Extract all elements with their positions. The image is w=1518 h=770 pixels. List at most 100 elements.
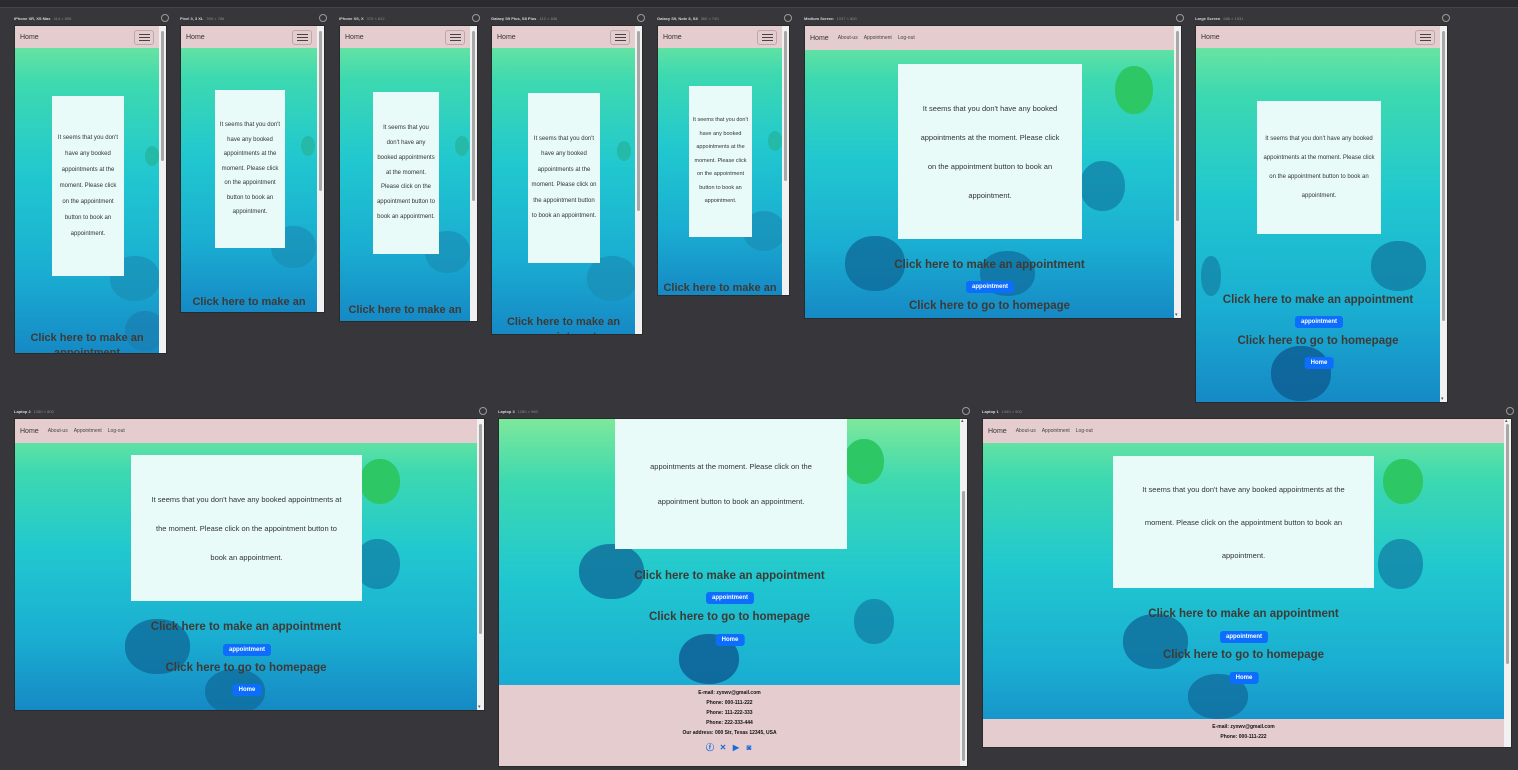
x-icon[interactable]: ✕ [719, 743, 728, 752]
appointment-button[interactable]: appointment [706, 592, 754, 604]
navbar: Home [492, 26, 635, 48]
nav-brand[interactable]: Home [663, 34, 682, 41]
appointment-button[interactable]: appointment [966, 281, 1014, 293]
nav-link-about[interactable]: About-us [48, 428, 68, 434]
footer-address: Our address: 000 Str, Texas 12345, USA [682, 730, 777, 736]
gear-icon[interactable] [479, 407, 487, 415]
nav-brand[interactable]: Home [497, 34, 516, 41]
home-button[interactable]: Home [1304, 357, 1334, 369]
make-appointment-heading: Click here to make an appointment [1148, 608, 1339, 620]
no-appointments-message: It seems that you don't have any booked … [376, 125, 436, 220]
menu-toggle-icon[interactable] [445, 29, 465, 45]
go-home-heading: Click here to go to homepage [648, 611, 811, 623]
youtube-icon[interactable]: ▶ [732, 743, 741, 752]
navbar: Home [15, 26, 159, 48]
nav-brand[interactable]: Home [20, 428, 39, 435]
no-appointments-message: It seems that you don't have any booked … [1142, 484, 1345, 560]
viewer-toolbar [0, 0, 1518, 8]
no-appointments-message: It seems that you don't have any booked … [920, 103, 1060, 200]
no-appointments-card: It seems that you don't have any booked … [898, 64, 1082, 239]
nav-brand[interactable]: Home [1201, 34, 1220, 41]
menu-toggle-icon[interactable] [1415, 29, 1435, 45]
nav-brand[interactable]: Home [810, 35, 829, 42]
scrollbar[interactable]: ▾ [1440, 26, 1447, 402]
scrollbar[interactable] [635, 26, 642, 334]
device-laptop-3: Laptop 3 1280 × 960 appointments at the m… [498, 407, 970, 767]
navbar: Home About-us Appointment Log-out [15, 419, 477, 443]
nav-link-logout[interactable]: Log-out [108, 428, 125, 434]
gear-icon[interactable] [1442, 14, 1450, 22]
device-label: Laptop 3 [498, 409, 515, 414]
scrollbar[interactable]: ▴ [1504, 419, 1511, 747]
gear-icon[interactable] [962, 407, 970, 415]
nav-brand[interactable]: Home [988, 428, 1007, 435]
nav-brand[interactable]: Home [186, 34, 205, 41]
nav-link-logout[interactable]: Log-out [898, 35, 915, 41]
navbar: Home [658, 26, 782, 48]
appointment-button[interactable]: appointment [223, 644, 271, 656]
navbar: Home [1196, 26, 1440, 48]
device-label: Laptop 1 [982, 409, 999, 414]
device-label: iPhone XS, X [339, 16, 364, 21]
device-dims: 360 × 740 [700, 16, 719, 21]
device-label: Large Screen [1195, 16, 1221, 21]
nav-link-about[interactable]: About-us [1016, 428, 1036, 434]
site-footer: E-mail: zyxwv@gmail.com Phone: 000-111-2… [499, 685, 960, 766]
appointment-button[interactable]: appointment [1295, 316, 1343, 328]
device-dims: 414 × 896 [53, 16, 72, 21]
scrollbar[interactable]: ▾ [477, 419, 484, 710]
menu-toggle-icon[interactable] [610, 29, 630, 45]
menu-toggle-icon[interactable] [134, 29, 154, 45]
device-dims: 1280 × 800 [33, 409, 54, 414]
gear-icon[interactable] [1176, 14, 1184, 22]
appointment-button[interactable]: appointment [1220, 631, 1268, 643]
nav-link-logout[interactable]: Log-out [1076, 428, 1093, 434]
gear-icon[interactable] [637, 14, 645, 22]
make-appointment-heading: Click here to make an appointment [634, 570, 825, 582]
navbar: Home [340, 26, 470, 48]
no-appointments-message: It seems that you don't have any booked … [531, 135, 597, 220]
home-button[interactable]: Home [232, 684, 262, 696]
nav-brand[interactable]: Home [345, 34, 364, 41]
no-appointments-card: It seems that you don't have any booked … [528, 93, 600, 263]
device-dims: 375 × 812 [366, 16, 385, 21]
no-appointments-card: It seems that you don't have any booked … [373, 92, 439, 254]
scrollbar[interactable]: ▾ [1174, 26, 1181, 318]
home-button[interactable]: Home [1229, 672, 1259, 684]
go-home-heading: Click here to go to homepage [1162, 649, 1325, 661]
gear-icon[interactable] [1506, 407, 1514, 415]
no-appointments-message: It seems that you don't have any booked … [151, 494, 342, 562]
device-medium-screen: Medium Screen 1037 × 800 Home About-us Ap… [804, 14, 1184, 319]
gear-icon[interactable] [472, 14, 480, 22]
scrollbar[interactable] [317, 26, 324, 312]
no-appointments-message: It seems that you don't have any booked … [57, 135, 119, 237]
nav-link-appointment[interactable]: Appointment [864, 35, 892, 41]
no-appointments-message: It seems that you don't have any booked … [219, 122, 281, 216]
footer-phone-1: Phone: 000-111-222 [1220, 734, 1267, 740]
gear-icon[interactable] [161, 14, 169, 22]
nav-link-about[interactable]: About-us [838, 35, 858, 41]
device-label: Galaxy S9, Note 8, S8 [657, 16, 698, 21]
no-appointments-card: appointments at the moment. Please click… [615, 419, 847, 549]
menu-toggle-icon[interactable] [292, 29, 312, 45]
menu-toggle-icon[interactable] [757, 29, 777, 45]
scrollbar[interactable] [159, 26, 166, 353]
gear-icon[interactable] [784, 14, 792, 22]
scrollbar[interactable] [470, 26, 477, 321]
facebook-icon[interactable]: ⓕ [706, 743, 715, 752]
device-large-screen: Large Screen 686 × 1031 Home It seems tha… [1195, 14, 1450, 403]
scrollbar[interactable] [782, 26, 789, 295]
home-button[interactable]: Home [715, 634, 745, 646]
gear-icon[interactable] [319, 14, 327, 22]
device-dims: 686 × 1031 [1223, 16, 1244, 21]
nav-brand[interactable]: Home [20, 34, 39, 41]
make-appointment-heading: Click here to make an appointment [1222, 294, 1414, 306]
device-label: Medium Screen [804, 16, 834, 21]
make-appointment-heading: Click here to make an appointment [30, 332, 144, 354]
navbar: Home [181, 26, 317, 48]
go-home-heading: Click here to go to homepage [165, 662, 327, 674]
instagram-icon[interactable]: ◙ [745, 743, 754, 752]
scrollbar[interactable]: ▴ [960, 419, 967, 766]
nav-link-appointment[interactable]: Appointment [74, 428, 102, 434]
nav-link-appointment[interactable]: Appointment [1042, 428, 1070, 434]
